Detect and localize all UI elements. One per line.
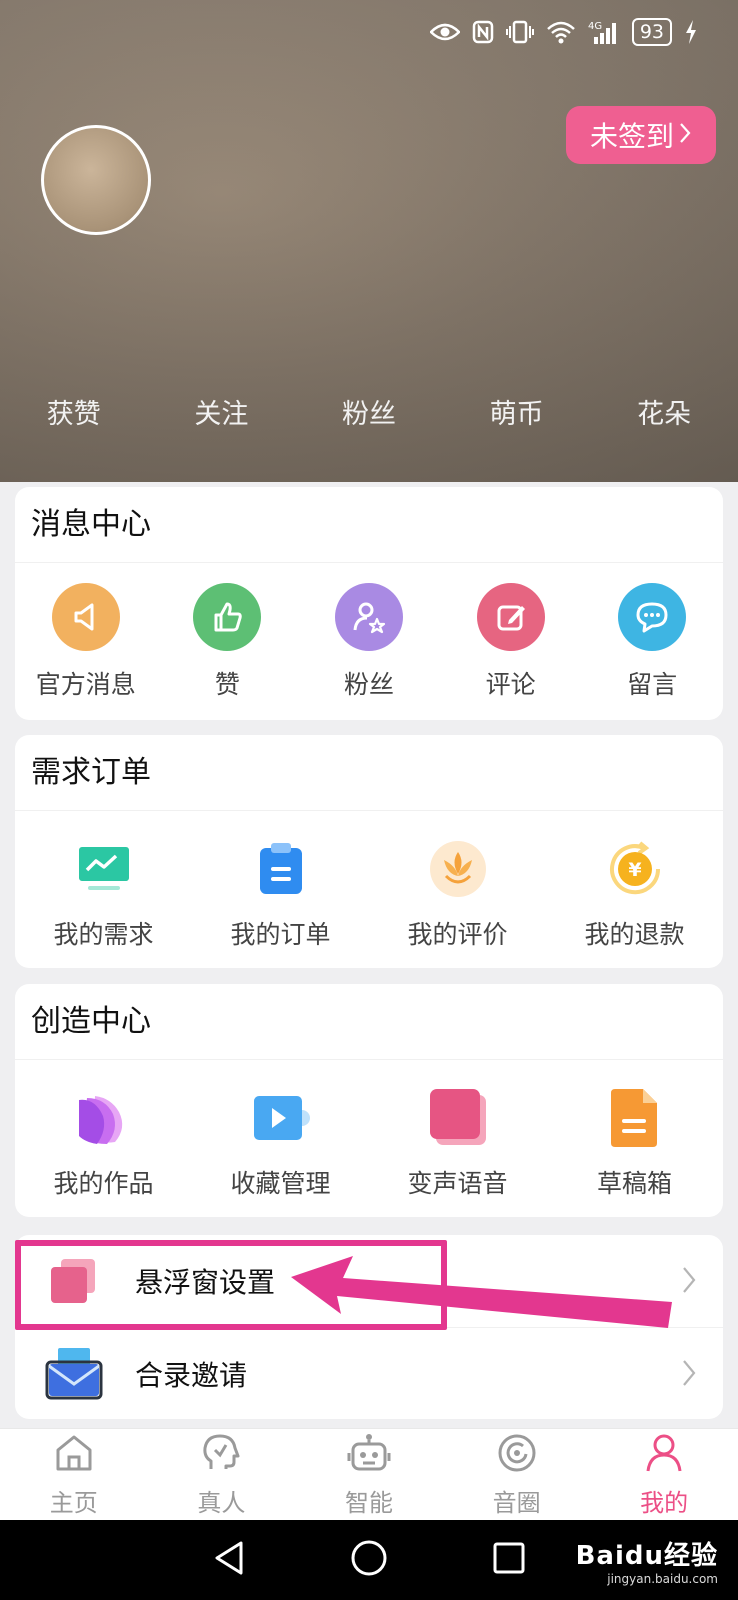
chevron-right-icon bbox=[678, 119, 692, 152]
profile-header: 4G 93 未签到 获赞 关注 粉丝 萌币 花朵 bbox=[0, 0, 738, 482]
thumbs-up-icon bbox=[193, 583, 262, 651]
creation-center-title: 创造中心 bbox=[15, 984, 723, 1060]
nfc-icon bbox=[472, 20, 494, 44]
message-item-label: 粉丝 bbox=[343, 670, 394, 699]
message-item-label: 赞 bbox=[214, 670, 240, 699]
creation-item-drafts[interactable]: 草稿箱 bbox=[546, 1086, 723, 1200]
creation-item-label: 收藏管理 bbox=[230, 1169, 331, 1198]
voice-change-icon bbox=[426, 1086, 490, 1150]
tab-sound-circle[interactable]: 音圈 bbox=[443, 1429, 591, 1520]
order-item-my-refunds[interactable]: ¥ 我的退款 bbox=[546, 837, 723, 951]
tab-label: 我的 bbox=[640, 1489, 689, 1517]
home-circle-icon[interactable] bbox=[349, 1538, 389, 1582]
tab-label: 音圈 bbox=[492, 1489, 541, 1517]
order-item-my-orders[interactable]: 我的订单 bbox=[192, 837, 369, 951]
monitor-chart-icon bbox=[72, 837, 136, 901]
svg-text:¥: ¥ bbox=[628, 859, 641, 881]
draft-doc-icon bbox=[603, 1086, 667, 1150]
message-item-label: 官方消息 bbox=[35, 670, 136, 699]
svg-text:4G: 4G bbox=[588, 21, 602, 32]
edit-comment-icon bbox=[476, 583, 545, 651]
watermark-main: Baidu经验 bbox=[575, 1541, 718, 1571]
order-item-label: 我的需求 bbox=[53, 920, 154, 949]
battery-level: 93 bbox=[631, 18, 672, 46]
duet-invite-label: 合录邀请 bbox=[135, 1358, 248, 1392]
video-collection-icon bbox=[249, 1086, 313, 1150]
message-item-fans[interactable]: 粉丝 bbox=[298, 583, 440, 701]
charging-icon bbox=[684, 19, 698, 45]
floating-window-settings-row[interactable]: 悬浮窗设置 bbox=[15, 1235, 723, 1327]
tab-mine[interactable]: 我的 bbox=[590, 1429, 738, 1520]
refund-yen-icon: ¥ bbox=[603, 837, 667, 901]
watermark: Baidu经验 jingyan.baidu.com bbox=[576, 1535, 718, 1586]
creation-item-my-works[interactable]: 我的作品 bbox=[15, 1086, 192, 1200]
watermark-sub: jingyan.baidu.com bbox=[607, 1572, 718, 1586]
creation-item-voice-change[interactable]: 变声语音 bbox=[369, 1086, 546, 1200]
megaphone-icon bbox=[51, 583, 120, 651]
floating-window-icon bbox=[45, 1253, 101, 1309]
stat-coins[interactable]: 萌币 bbox=[443, 392, 591, 431]
message-center-title: 消息中心 bbox=[15, 487, 723, 563]
profile-stats: 获赞 关注 粉丝 萌币 花朵 bbox=[0, 392, 738, 431]
back-icon[interactable] bbox=[211, 1539, 247, 1581]
works-cards-icon bbox=[72, 1086, 136, 1150]
fan-user-icon bbox=[334, 583, 403, 651]
sign-in-button[interactable]: 未签到 bbox=[566, 106, 716, 164]
creation-item-label: 变声语音 bbox=[407, 1169, 508, 1198]
stat-fans[interactable]: 粉丝 bbox=[295, 392, 443, 431]
duet-invite-row[interactable]: 合录邀请 bbox=[15, 1327, 723, 1419]
chat-bubble-icon bbox=[618, 583, 687, 651]
settings-list-card: 悬浮窗设置 合录邀请 bbox=[15, 1235, 723, 1419]
bottom-tab-bar: 主页 真人 智能 音圈 我的 bbox=[0, 1428, 738, 1520]
message-item-label: 留言 bbox=[627, 670, 678, 699]
sound-circle-icon bbox=[495, 1431, 539, 1479]
status-bar: 4G 93 bbox=[429, 18, 698, 46]
home-icon bbox=[52, 1431, 96, 1479]
message-item-comments[interactable]: 评论 bbox=[440, 583, 582, 701]
chevron-right-icon bbox=[681, 1358, 697, 1392]
tab-label: 真人 bbox=[197, 1489, 246, 1517]
recents-icon[interactable] bbox=[491, 1540, 527, 1580]
wifi-icon bbox=[546, 20, 576, 44]
clipboard-icon bbox=[249, 837, 313, 901]
tab-home[interactable]: 主页 bbox=[0, 1429, 148, 1520]
stat-flowers[interactable]: 花朵 bbox=[590, 392, 738, 431]
order-item-label: 我的订单 bbox=[230, 920, 331, 949]
order-item-my-needs[interactable]: 我的需求 bbox=[15, 837, 192, 951]
tab-smart[interactable]: 智能 bbox=[295, 1429, 443, 1520]
message-item-likes[interactable]: 赞 bbox=[157, 583, 299, 701]
invite-envelope-icon bbox=[45, 1346, 103, 1402]
order-item-label: 我的退款 bbox=[584, 920, 685, 949]
stat-following[interactable]: 关注 bbox=[148, 392, 296, 431]
message-item-label: 评论 bbox=[485, 670, 536, 699]
order-item-my-reviews[interactable]: 我的评价 bbox=[369, 837, 546, 951]
avatar[interactable] bbox=[41, 125, 151, 235]
tab-label: 主页 bbox=[49, 1489, 98, 1517]
tab-real-person[interactable]: 真人 bbox=[148, 1429, 296, 1520]
creation-item-collection[interactable]: 收藏管理 bbox=[192, 1086, 369, 1200]
stat-likes[interactable]: 获赞 bbox=[0, 392, 148, 431]
sign-in-label: 未签到 bbox=[589, 120, 674, 153]
robot-icon bbox=[347, 1431, 391, 1479]
creation-item-label: 我的作品 bbox=[53, 1169, 154, 1198]
flower-icon bbox=[426, 837, 490, 901]
eye-icon bbox=[429, 22, 460, 42]
chevron-right-icon bbox=[681, 1265, 697, 1299]
orders-title: 需求订单 bbox=[15, 735, 723, 811]
signal-4g-icon: 4G bbox=[588, 19, 620, 45]
tab-label: 智能 bbox=[344, 1489, 393, 1517]
real-person-icon bbox=[199, 1431, 243, 1479]
orders-card: 需求订单 我的需求 我的订单 我的评价 ¥ 我的退款 bbox=[15, 735, 723, 968]
message-item-leave-message[interactable]: 留言 bbox=[581, 583, 723, 701]
floating-window-settings-label: 悬浮窗设置 bbox=[135, 1266, 276, 1299]
creation-center-card: 创造中心 我的作品 收藏管理 变声语音 草稿箱 bbox=[15, 984, 723, 1217]
message-center-card: 消息中心 官方消息 赞 粉丝 评论 留言 bbox=[15, 487, 723, 720]
creation-item-label: 草稿箱 bbox=[596, 1169, 672, 1198]
message-item-official[interactable]: 官方消息 bbox=[15, 583, 157, 701]
profile-icon bbox=[642, 1431, 686, 1479]
vibrate-icon bbox=[505, 20, 534, 44]
order-item-label: 我的评价 bbox=[407, 920, 508, 949]
